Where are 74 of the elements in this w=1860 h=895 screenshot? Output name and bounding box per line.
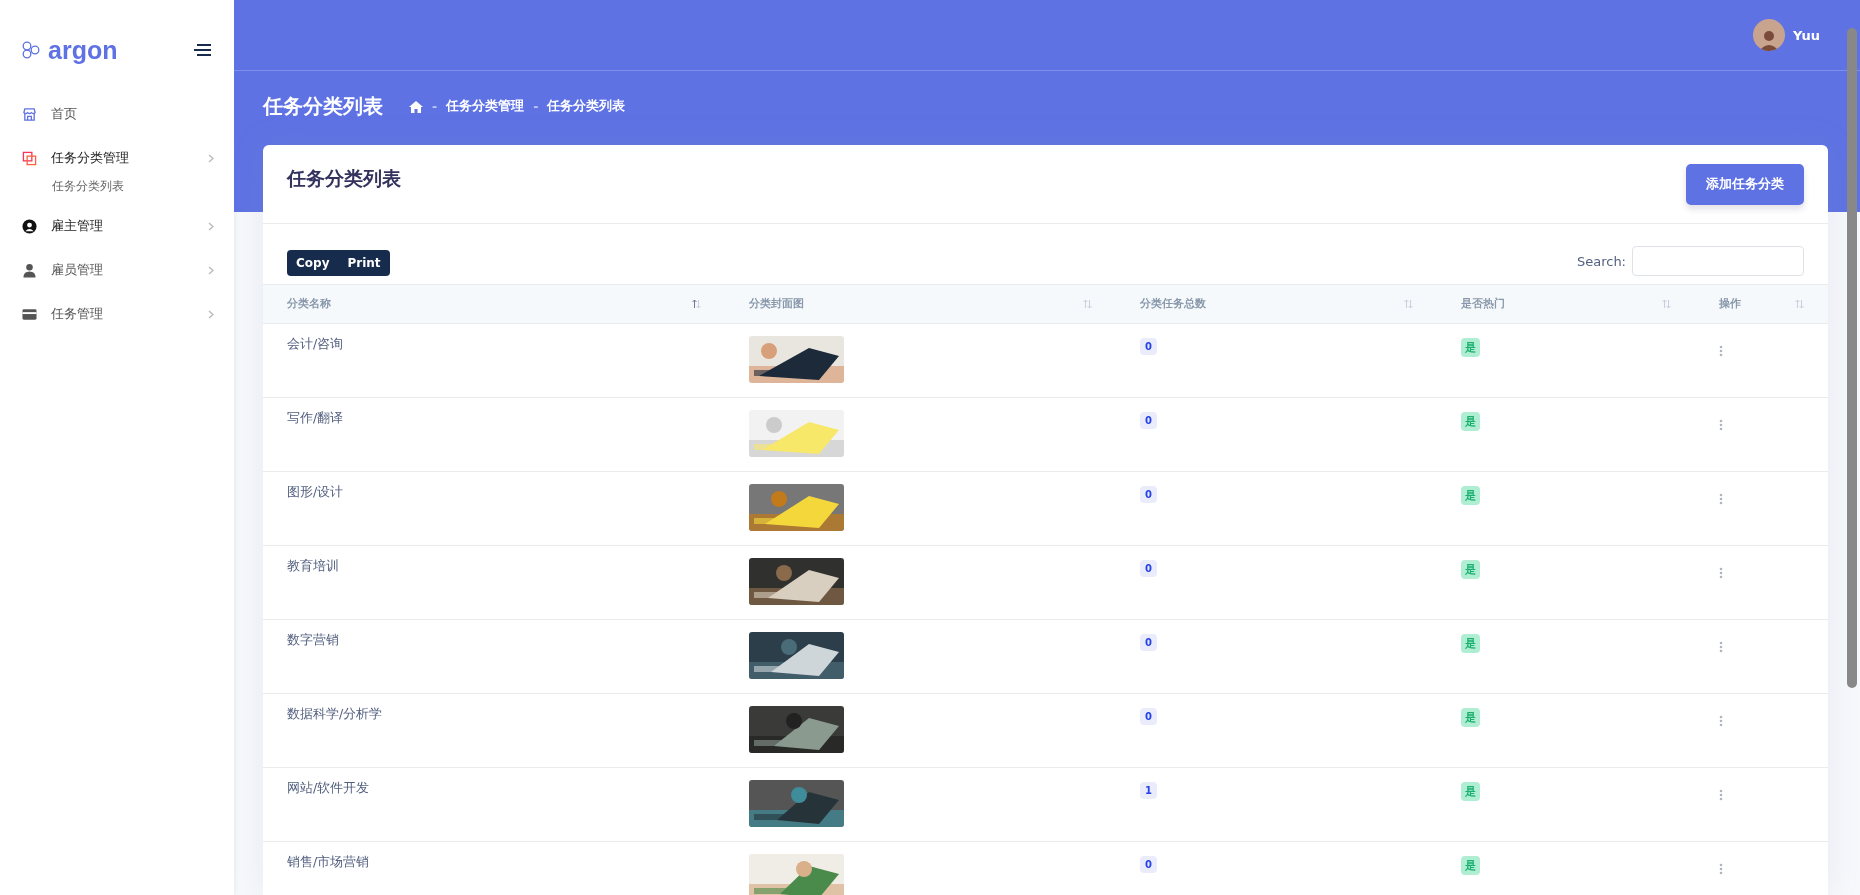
logo-icon bbox=[22, 41, 42, 59]
search-field[interactable] bbox=[1632, 246, 1804, 276]
table-cell: 数字营销 bbox=[263, 619, 725, 694]
avatar[interactable] bbox=[1753, 19, 1785, 51]
user-icon bbox=[22, 262, 37, 278]
chevron-right-icon bbox=[208, 221, 214, 231]
column-label: 操作 bbox=[1718, 297, 1741, 311]
hot-badge: 是 bbox=[1460, 412, 1480, 431]
more-icon[interactable] bbox=[1718, 419, 1723, 431]
add-category-button[interactable]: 添加任务分类 bbox=[1686, 163, 1804, 205]
table-cell: 数据科学/分析学 bbox=[263, 693, 725, 768]
card-icon bbox=[22, 306, 37, 322]
card-title: 任务分类列表 bbox=[287, 166, 401, 191]
breadcrumb-separator: - bbox=[432, 99, 438, 114]
table-cell: 销售/市场营销 bbox=[263, 841, 725, 895]
store-icon bbox=[22, 106, 37, 122]
hot-badge: 是 bbox=[1460, 560, 1480, 579]
export-button[interactable]: Copy bbox=[287, 250, 339, 276]
count-badge: 0 bbox=[1139, 412, 1157, 429]
scrollbar[interactable] bbox=[1847, 28, 1857, 688]
sidebar-item[interactable]: 首页 bbox=[0, 92, 234, 136]
column-header[interactable]: 分类任务总数 bbox=[1115, 284, 1437, 324]
count-badge: 0 bbox=[1139, 560, 1157, 577]
copy-icon bbox=[22, 150, 37, 166]
count-badge: 0 bbox=[1139, 708, 1157, 725]
breadcrumb-link[interactable]: 任务分类列表 bbox=[547, 98, 626, 115]
user-circle-icon bbox=[22, 218, 37, 234]
table-cell: 教育培训 bbox=[263, 545, 725, 620]
column-label: 分类名称 bbox=[287, 297, 331, 311]
sidebar-item[interactable]: 任务管理 bbox=[0, 292, 234, 336]
column-header[interactable]: 分类封面图 bbox=[724, 284, 1116, 324]
more-icon[interactable] bbox=[1718, 789, 1723, 801]
column-header[interactable]: 分类名称 bbox=[263, 284, 725, 324]
export-button[interactable]: Print bbox=[338, 250, 390, 276]
chevron-right-icon bbox=[208, 309, 214, 319]
column-header[interactable]: 操作 bbox=[1694, 284, 1828, 324]
breadcrumb-link[interactable]: 任务分类管理 bbox=[446, 98, 525, 115]
page-title: 任务分类列表 bbox=[263, 93, 383, 120]
hot-badge: 是 bbox=[1460, 782, 1480, 801]
more-icon[interactable] bbox=[1718, 345, 1723, 357]
sidebar-item[interactable]: 雇员管理 bbox=[0, 248, 234, 292]
chevron-right-icon bbox=[208, 265, 214, 275]
table-cell: 写作/翻译 bbox=[263, 397, 725, 472]
logo-text: argon bbox=[48, 35, 118, 65]
table-cell: 会计/咨询 bbox=[263, 323, 725, 398]
table-cell: 网站/软件开发 bbox=[263, 767, 725, 842]
column-label: 分类封面图 bbox=[748, 297, 804, 311]
column-label: 分类任务总数 bbox=[1139, 297, 1206, 311]
home-icon[interactable] bbox=[409, 100, 423, 113]
more-icon[interactable] bbox=[1718, 493, 1723, 505]
column-header[interactable]: 是否热门 bbox=[1436, 284, 1695, 324]
hot-badge: 是 bbox=[1460, 708, 1480, 727]
count-badge: 0 bbox=[1139, 338, 1157, 355]
count-badge: 0 bbox=[1139, 856, 1157, 873]
search-label: Search: bbox=[1576, 253, 1626, 269]
more-icon[interactable] bbox=[1718, 715, 1723, 727]
more-icon[interactable] bbox=[1718, 863, 1723, 875]
count-badge: 0 bbox=[1139, 486, 1157, 503]
hot-badge: 是 bbox=[1460, 856, 1480, 875]
breadcrumb-separator: - bbox=[533, 99, 539, 114]
user-name[interactable]: Yuu bbox=[1793, 27, 1820, 43]
hot-badge: 是 bbox=[1460, 338, 1480, 357]
table-cell: 图形/设计 bbox=[263, 471, 725, 546]
sidebar-item[interactable]: 雇主管理 bbox=[0, 204, 234, 248]
hot-badge: 是 bbox=[1460, 486, 1480, 505]
chevron-right-icon bbox=[208, 153, 214, 163]
count-badge: 0 bbox=[1139, 634, 1157, 651]
more-icon[interactable] bbox=[1718, 567, 1723, 579]
more-icon[interactable] bbox=[1718, 641, 1723, 653]
menu-icon[interactable] bbox=[194, 44, 212, 56]
count-badge: 1 bbox=[1139, 782, 1157, 799]
hot-badge: 是 bbox=[1460, 634, 1480, 653]
column-label: 是否热门 bbox=[1460, 297, 1505, 311]
sort-icon[interactable] bbox=[691, 299, 701, 309]
